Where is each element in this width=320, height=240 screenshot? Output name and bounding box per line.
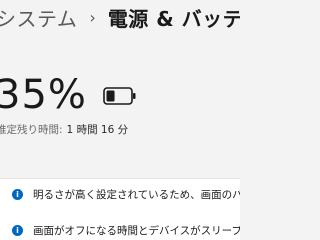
battery-terminal xyxy=(132,93,136,99)
info-icon: i xyxy=(12,225,23,236)
page-title: 電源 & バッテリー xyxy=(107,6,240,31)
battery-icon xyxy=(103,87,136,105)
battery-fill xyxy=(106,90,115,102)
battery-estimate: 推定残り時間: 1 時間 16 分 xyxy=(0,122,128,137)
breadcrumb-system-link[interactable]: システム xyxy=(0,3,77,32)
notice-text: 明るさが高く設定されているため、画面のバッテリー消 xyxy=(33,189,240,201)
breadcrumb-separator-icon: › xyxy=(89,7,96,27)
battery-status: 35% xyxy=(0,70,137,120)
estimate-value: 1 時間 16 分 xyxy=(66,124,129,136)
notice-text: 画面がオフになる時間とデバイスがスリープ状態になる xyxy=(33,225,240,237)
notice-screen-sleep[interactable]: i 画面がオフになる時間とデバイスがスリープ状態になる xyxy=(12,223,240,238)
estimate-label: 推定残り時間: xyxy=(0,124,63,136)
recommendations-card: i 明るさが高く設定されているため、画面のバッテリー消 i 画面がオフになる時間… xyxy=(0,178,240,240)
notice-brightness[interactable]: i 明るさが高く設定されているため、画面のバッテリー消 xyxy=(12,187,240,202)
info-icon: i xyxy=(12,189,23,200)
breadcrumb: システム › 電源 & バッテリー xyxy=(0,0,240,34)
settings-window: システム › 電源 & バッテリー 35% 推定残り時間:1 時間 16 分 i… xyxy=(0,0,240,240)
battery-percentage: 35% xyxy=(0,72,87,118)
